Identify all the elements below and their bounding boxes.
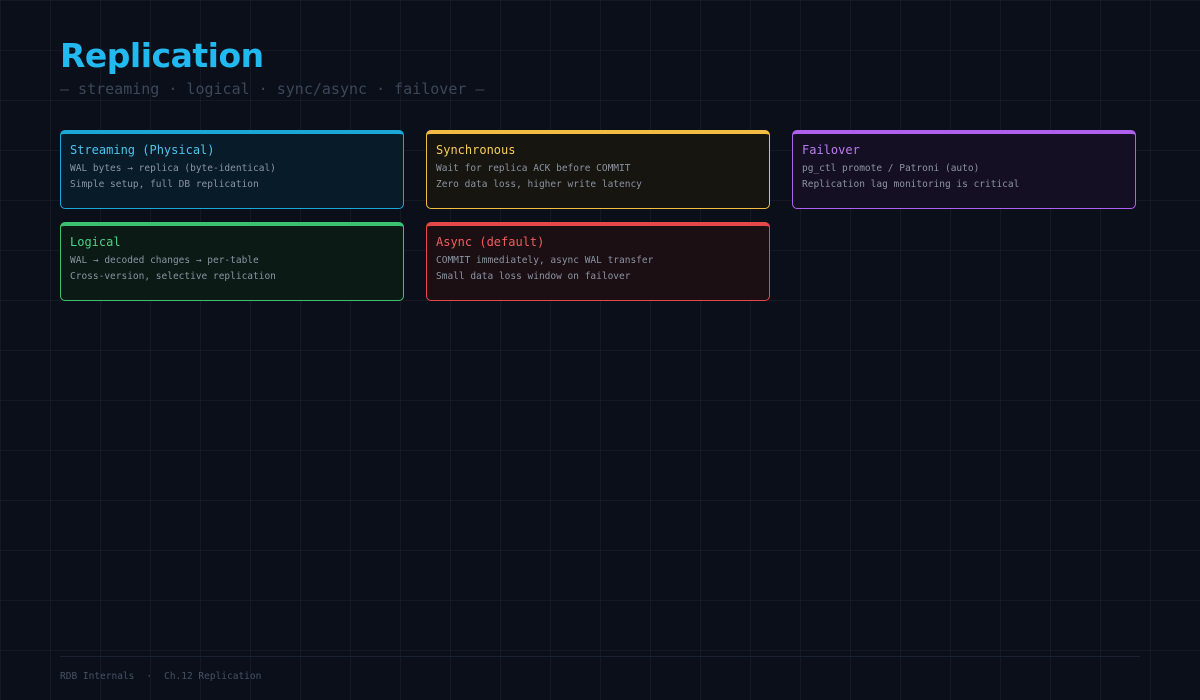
card-line: Replication lag monitoring is critical xyxy=(802,179,1020,190)
footer: RDB Internals · Ch.12 Replication xyxy=(60,670,261,684)
card-line: COMMIT immediately, async WAL transfer xyxy=(436,255,654,266)
card-line: WAL bytes → replica (byte-identical) xyxy=(70,163,276,174)
card-streaming-physical: Streaming (Physical) WAL bytes → replica… xyxy=(60,130,404,209)
card-title: Synchronous xyxy=(436,143,516,157)
footer-separator: · xyxy=(146,671,153,682)
card-line: Wait for replica ACK before COMMIT xyxy=(436,163,631,174)
card-failover: Failover pg_ctl promote / Patroni (auto)… xyxy=(792,130,1136,209)
card-title: Async (default) xyxy=(436,235,545,249)
footer-chapter: Ch.12 Replication xyxy=(164,671,262,682)
card-logical: Logical WAL → decoded changes → per-tabl… xyxy=(60,222,404,301)
page-title: Replication xyxy=(60,36,264,75)
card-line: WAL → decoded changes → per-table xyxy=(70,255,259,266)
card-line: Cross-version, selective replication xyxy=(70,271,276,282)
page-subtitle: — streaming · logical · sync/async · fai… xyxy=(60,80,485,98)
card-line: Simple setup, full DB replication xyxy=(70,179,259,190)
card-synchronous: Synchronous Wait for replica ACK before … xyxy=(426,130,770,209)
card-title: Logical xyxy=(70,235,121,249)
card-title: Failover xyxy=(802,143,860,157)
card-async-default: Async (default) COMMIT immediately, asyn… xyxy=(426,222,770,301)
card-line: Small data loss window on failover xyxy=(436,271,631,282)
card-line: pg_ctl promote / Patroni (auto) xyxy=(802,163,980,174)
footer-book-title: RDB Internals xyxy=(60,671,135,682)
card-title: Streaming (Physical) xyxy=(70,143,215,157)
footer-divider xyxy=(60,656,1140,657)
card-line: Zero data loss, higher write latency xyxy=(436,179,642,190)
